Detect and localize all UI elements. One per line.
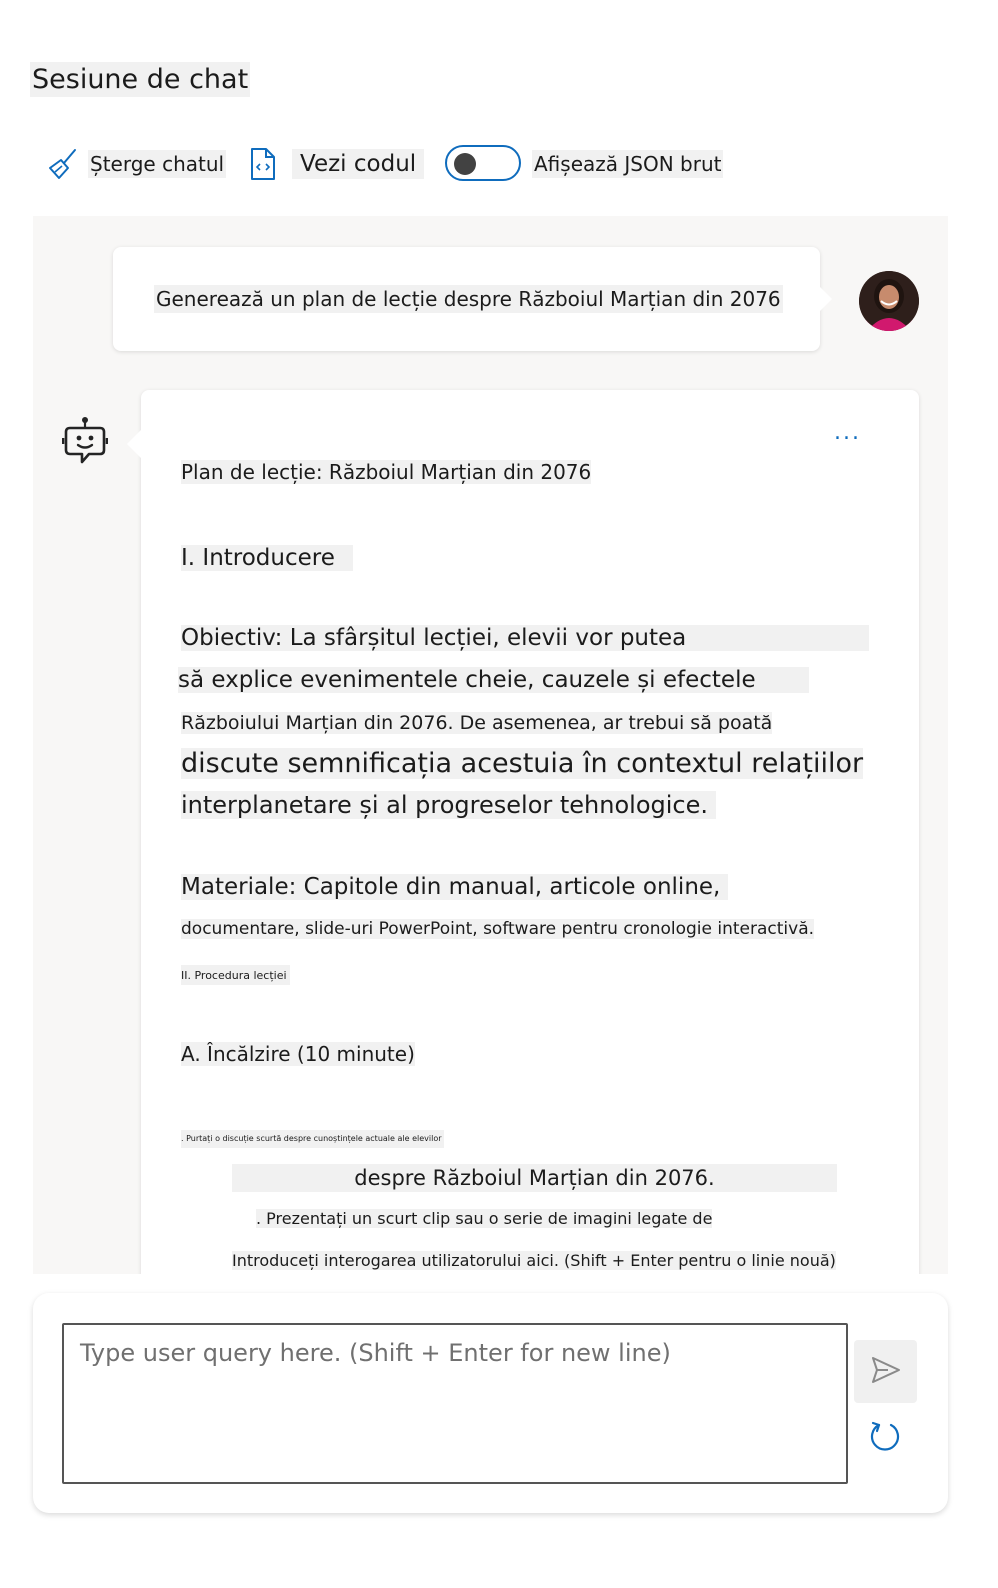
user-query-input[interactable]	[62, 1323, 848, 1484]
user-message-text: Generează un plan de lecție despre Războ…	[154, 285, 783, 313]
assistant-line-2: I. Introducere	[181, 545, 353, 571]
assistant-line-3: Obiectiv: La sfârșitul lecției, elevii v…	[181, 625, 869, 651]
raw-json-toggle[interactable]	[445, 145, 521, 181]
broom-icon	[46, 146, 80, 182]
refresh-button[interactable]	[863, 1417, 907, 1461]
assistant-line-9: documentare, slide-uri PowerPoint, softw…	[181, 919, 815, 939]
chat-history[interactable]: Generează un plan de lecție despre Războ…	[33, 216, 948, 1274]
assistant-line-1: Plan de lecție: Războiul Marțian din 207…	[181, 460, 592, 484]
composer	[33, 1293, 948, 1513]
code-file-icon	[248, 146, 278, 182]
assistant-line-5: Războiului Marțian din 2076. De asemenea…	[181, 712, 773, 734]
view-code-button[interactable]: Vezi codul	[248, 146, 425, 182]
assistant-line-15: Introduceți interogarea utilizatorului a…	[232, 1251, 836, 1270]
assistant-message-bubble: ... Plan de lecție: Războiul Marțian din…	[127, 390, 919, 1274]
clear-chat-label: Șterge chatul	[88, 150, 227, 178]
page-title: Sesiune de chat	[30, 62, 251, 97]
assistant-line-12: . Purtați o discuție scurtă despre cunoș…	[181, 1130, 444, 1148]
send-button[interactable]	[854, 1340, 917, 1403]
assistant-line-14: . Prezentați un scurt clip sau o serie d…	[256, 1209, 713, 1228]
assistant-line-11: A. Încălzire (10 minute)	[181, 1042, 415, 1066]
assistant-line-7: interplanetare și al progreselor tehnolo…	[181, 791, 717, 819]
toggle-knob	[454, 153, 476, 175]
user-avatar	[859, 271, 919, 331]
clear-chat-button[interactable]: Șterge chatul	[46, 146, 227, 182]
assistant-line-6: discute semnificația acestuia în context…	[181, 748, 864, 779]
assistant-line-4: să explice evenimentele cheie, cauzele ș…	[178, 667, 809, 693]
user-message-bubble: Generează un plan de lecție despre Războ…	[113, 247, 832, 351]
send-icon	[870, 1355, 902, 1389]
view-code-label: Vezi codul	[292, 149, 425, 179]
assistant-line-10: II. Procedura lecției	[181, 965, 290, 985]
assistant-line-13: despre Războiul Marțian din 2076.	[232, 1164, 837, 1192]
bot-icon	[61, 416, 109, 466]
assistant-line-8: Materiale: Capitole din manual, articole…	[181, 874, 729, 900]
raw-json-label: Afișează JSON brut	[532, 150, 724, 178]
refresh-icon	[867, 1419, 903, 1459]
more-options-icon[interactable]: ...	[834, 420, 861, 445]
